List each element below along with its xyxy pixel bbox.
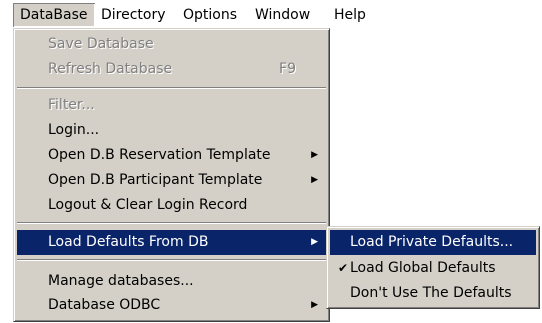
- menu-item-label: Load Global Defaults: [350, 260, 496, 276]
- menu-item-label: Load Private Defaults...: [350, 234, 514, 250]
- menu-separator: [17, 259, 326, 261]
- menu-item-load-defaults-from-db[interactable]: Load Defaults From DB ▶: [17, 230, 326, 255]
- menu-directory[interactable]: Directory: [94, 3, 173, 27]
- menu-item-label: Refresh Database: [48, 61, 173, 77]
- menu-item-label: Manage databases...: [48, 273, 194, 289]
- menu-item-label: Database ODBC: [48, 297, 161, 313]
- menu-item-dont-use-defaults[interactable]: Don't Use The Defaults: [330, 281, 536, 306]
- menu-item-database-odbc[interactable]: Database ODBC ▶: [17, 293, 326, 318]
- menu-options[interactable]: Options: [176, 3, 244, 27]
- menu-item-label: Login...: [48, 122, 100, 138]
- menu-item-login[interactable]: Login...: [17, 118, 326, 143]
- menu-item-manage-databases[interactable]: Manage databases...: [17, 269, 326, 294]
- menu-bar: DataBase Directory Options Window Help: [0, 0, 542, 30]
- menu-separator: [17, 222, 326, 224]
- checkmark-icon: ✔: [338, 261, 349, 275]
- menu-item-load-global-defaults[interactable]: ✔ Load Global Defaults: [330, 256, 536, 281]
- menu-database[interactable]: DataBase: [13, 3, 95, 27]
- menu-item-logout-clear-login[interactable]: Logout & Clear Login Record: [17, 193, 326, 218]
- load-defaults-submenu: Load Private Defaults... ✔ Load Global D…: [326, 226, 540, 309]
- menu-item-save-database[interactable]: Save Database: [17, 32, 326, 57]
- menu-item-label: Don't Use The Defaults: [350, 285, 512, 301]
- triangle-right-icon: ▶: [311, 175, 318, 185]
- menu-window[interactable]: Window: [248, 3, 317, 27]
- shortcut-label: F9: [279, 61, 296, 77]
- menu-help[interactable]: Help: [327, 3, 373, 27]
- menu-item-label: Filter...: [48, 97, 95, 113]
- menu-item-open-participant-template[interactable]: Open D.B Participant Template ▶: [17, 168, 326, 193]
- triangle-right-icon: ▶: [311, 150, 318, 160]
- menu-item-refresh-database[interactable]: Refresh Database F9: [17, 57, 326, 82]
- menu-item-label: Logout & Clear Login Record: [48, 197, 248, 213]
- menu-item-load-private-defaults[interactable]: Load Private Defaults...: [330, 230, 536, 255]
- database-dropdown-menu: Save Database Refresh Database F9 Filter…: [13, 28, 330, 322]
- triangle-right-icon: ▶: [311, 300, 318, 310]
- menu-item-open-reservation-template[interactable]: Open D.B Reservation Template ▶: [17, 143, 326, 168]
- menu-item-label: Open D.B Participant Template: [48, 172, 263, 188]
- menu-separator: [17, 87, 326, 89]
- menu-item-label: Save Database: [48, 36, 154, 52]
- menu-item-filter[interactable]: Filter...: [17, 93, 326, 118]
- triangle-right-icon: ▶: [311, 237, 318, 247]
- menu-item-label: Open D.B Reservation Template: [48, 147, 271, 163]
- menu-item-label: Load Defaults From DB: [48, 234, 209, 250]
